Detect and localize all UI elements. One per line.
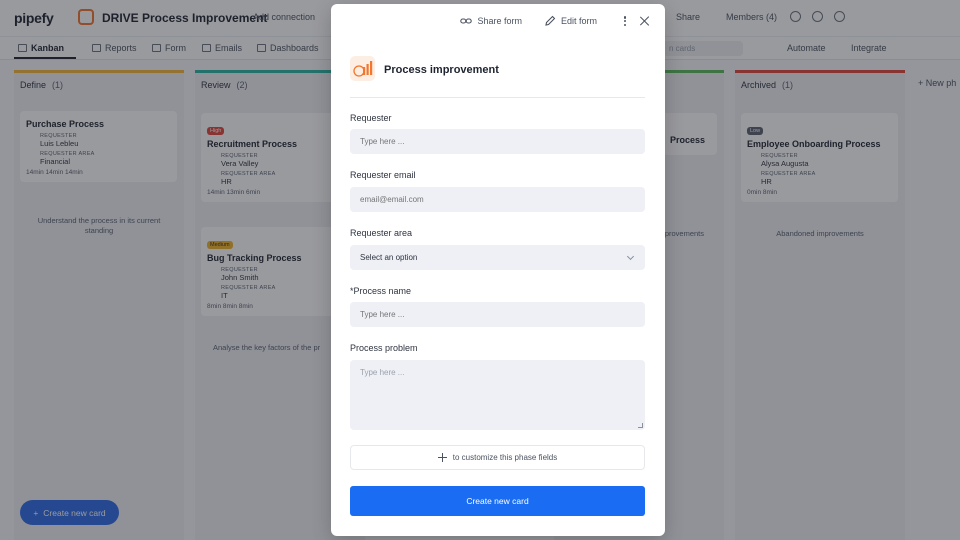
chevron-down-icon xyxy=(626,252,635,261)
close-icon[interactable] xyxy=(639,15,651,27)
modal-toolbar: Share form Edit form xyxy=(460,4,665,38)
process-problem-textarea[interactable]: Type here ... xyxy=(350,360,645,430)
process-problem-label: Process problem xyxy=(350,343,418,353)
requester-area-label: Requester area xyxy=(350,228,413,238)
share-form-label: Share form xyxy=(477,16,522,26)
resize-handle-icon[interactable] xyxy=(638,423,643,428)
process-problem-placeholder: Type here ... xyxy=(360,368,405,377)
create-card-modal: Share form Edit form Process improvement… xyxy=(331,4,665,536)
customize-fields-label: to customize this phase fields xyxy=(452,453,558,462)
create-new-card-button[interactable]: Create new card xyxy=(350,486,645,516)
pencil-icon xyxy=(545,15,556,26)
modal-title: Process improvement xyxy=(384,64,499,76)
share-form-button[interactable]: Share form xyxy=(460,15,522,27)
link-icon xyxy=(460,18,473,24)
modal-header: Process improvement xyxy=(350,56,645,98)
customize-fields-button[interactable]: to customize this phase fields xyxy=(350,445,645,470)
process-name-label: *Process name xyxy=(350,286,412,296)
edit-form-button[interactable]: Edit form xyxy=(544,15,597,27)
requester-email-label: Requester email xyxy=(350,170,416,180)
edit-form-label: Edit form xyxy=(560,16,597,26)
requester-input[interactable] xyxy=(350,129,645,154)
requester-label: Requester xyxy=(350,113,392,123)
requester-area-select[interactable]: Select an option xyxy=(350,245,645,270)
process-improvement-icon xyxy=(350,56,375,81)
requester-email-input[interactable] xyxy=(350,187,645,212)
process-name-input[interactable] xyxy=(350,302,645,327)
plus-icon xyxy=(437,453,447,462)
more-options-icon[interactable] xyxy=(619,15,631,27)
requester-area-value: Select an option xyxy=(360,253,418,262)
